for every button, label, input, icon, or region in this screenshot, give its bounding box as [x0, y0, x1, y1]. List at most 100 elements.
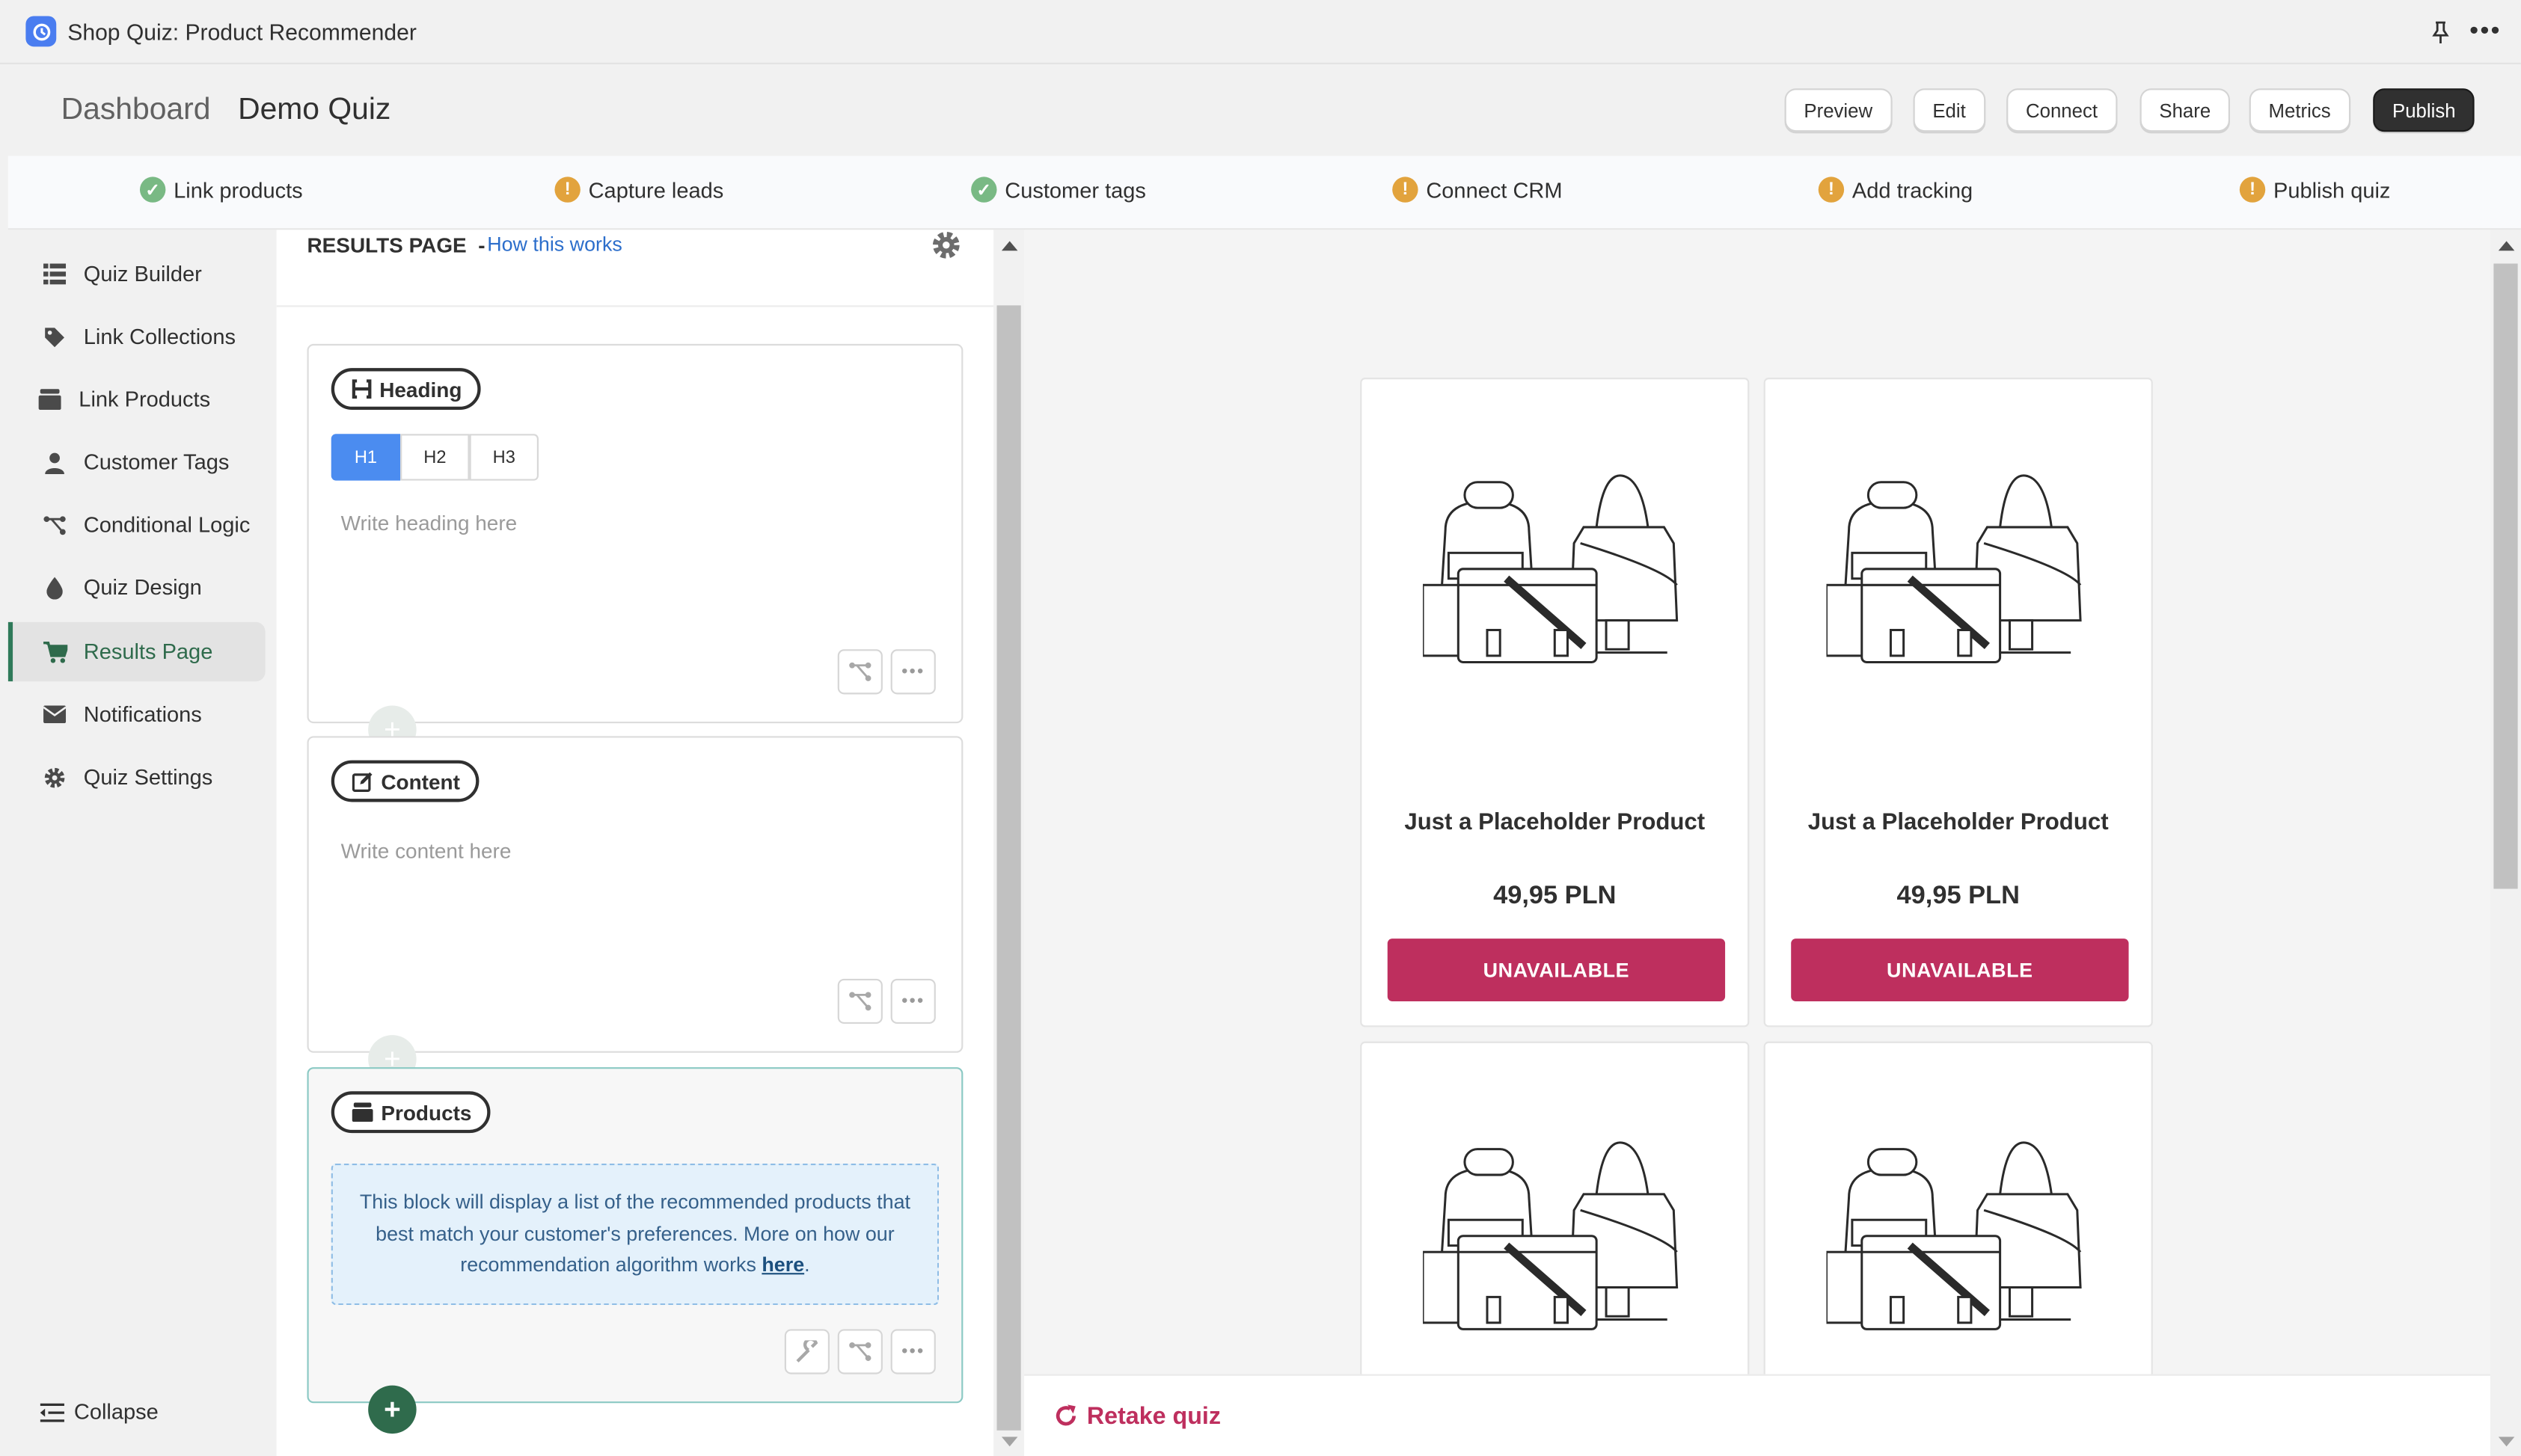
- checklist-label: Link products: [174, 177, 303, 202]
- content-block-label: Content: [331, 760, 480, 802]
- publish-button[interactable]: Publish: [2373, 88, 2475, 132]
- app-logo-icon: [25, 16, 57, 47]
- warning-icon: !: [1392, 176, 1418, 203]
- sidebar-item-quiz-design[interactable]: Quiz Design: [8, 558, 266, 618]
- how-this-works-link[interactable]: How this works: [487, 233, 622, 256]
- preview-scrollbar[interactable]: [2490, 230, 2521, 1456]
- content-more-button[interactable]: •••: [890, 978, 936, 1025]
- heading-more-button[interactable]: •••: [890, 649, 936, 695]
- sidebar-item-label: Customer Tags: [83, 449, 230, 475]
- results-preview: Just a Placeholder Product 49,95 PLN UNA…: [1024, 230, 2491, 1456]
- checklist-label: Capture leads: [588, 177, 724, 202]
- product-name[interactable]: Just a Placeholder Product: [1361, 810, 1747, 835]
- checklist-label: Publish quiz: [2273, 177, 2391, 202]
- scrollbar-thumb[interactable]: [2493, 263, 2518, 889]
- sidebar-item-quiz-builder[interactable]: Quiz Builder: [8, 245, 266, 304]
- product-name[interactable]: Just a Placeholder Product: [1765, 810, 2151, 835]
- sidebar-item-link-collections[interactable]: Link Collections: [8, 307, 266, 366]
- wrench-icon: [796, 1340, 818, 1363]
- product-card: Just a Placeholder Product 49,95 PLN UNA…: [1360, 378, 1750, 1028]
- heading-level-h3[interactable]: H3: [469, 434, 539, 481]
- checklist-label: Add tracking: [1851, 177, 1973, 202]
- content-input[interactable]: Write content here: [341, 839, 512, 863]
- sidebar-item-label: Quiz Settings: [83, 765, 213, 790]
- sidebar-item-quiz-settings[interactable]: Quiz Settings: [8, 747, 266, 807]
- heading-block-title: Heading: [379, 376, 462, 402]
- heading-level-selector: H1 H2 H3: [331, 434, 539, 481]
- checklist-item-link-products[interactable]: ✓ Link products: [139, 176, 303, 203]
- share-button[interactable]: Share: [2139, 88, 2231, 132]
- warning-icon: !: [554, 176, 581, 203]
- edit-button[interactable]: Edit: [1913, 88, 1985, 132]
- metrics-button[interactable]: Metrics: [2249, 88, 2350, 132]
- checklist-item-add-tracking[interactable]: ! Add tracking: [1818, 176, 1973, 203]
- checklist-item-customer-tags[interactable]: ✓ Customer tags: [971, 176, 1146, 203]
- algorithm-info-link[interactable]: here: [762, 1253, 804, 1276]
- info-text: This block will display a list of the re…: [359, 1191, 911, 1277]
- products-settings-button[interactable]: [784, 1329, 830, 1374]
- retake-quiz-bar: Retake quiz: [1024, 1374, 2491, 1456]
- editor-scrollbar[interactable]: [993, 230, 1025, 1456]
- add-block-button-active[interactable]: +: [368, 1385, 417, 1434]
- preview-button[interactable]: Preview: [1784, 88, 1892, 132]
- content-block[interactable]: Content Write content here •••: [307, 736, 964, 1053]
- scroll-up-arrow[interactable]: [2498, 241, 2515, 251]
- page-title: Demo Quiz: [238, 93, 391, 127]
- settings-gear-icon[interactable]: [931, 230, 961, 260]
- more-icon: •••: [901, 1342, 925, 1362]
- checklist-label: Customer tags: [1005, 177, 1146, 202]
- products-more-button[interactable]: •••: [890, 1329, 936, 1374]
- retake-quiz-label: Retake quiz: [1086, 1402, 1222, 1430]
- breadcrumb-dashboard[interactable]: Dashboard: [61, 93, 211, 129]
- content-logic-button[interactable]: [837, 978, 883, 1025]
- products-logic-button[interactable]: [837, 1329, 883, 1374]
- warning-icon: !: [1818, 176, 1845, 203]
- scroll-down-arrow[interactable]: [2498, 1437, 2515, 1447]
- heading-logic-button[interactable]: [837, 649, 883, 695]
- refresh-icon: [1056, 1404, 1076, 1426]
- products-block[interactable]: Products This block will display a list …: [307, 1067, 964, 1404]
- heading-level-h2[interactable]: H2: [400, 434, 470, 481]
- branch-icon: [849, 1342, 872, 1361]
- sidebar-item-conditional-logic[interactable]: Conditional Logic: [8, 495, 266, 555]
- info-suffix: .: [804, 1253, 810, 1277]
- heading-block-label: Heading: [331, 368, 482, 411]
- setup-checklist: ✓ Link products ! Capture leads ✓ Custom…: [7, 156, 2521, 230]
- sidebar-item-label: Quiz Builder: [83, 262, 202, 286]
- connect-button[interactable]: Connect: [2006, 88, 2117, 132]
- results-editor-panel: RESULTS PAGE - How this works Heading H1…: [276, 230, 994, 1456]
- product-image: [1423, 1141, 1679, 1330]
- cart-icon: [42, 639, 67, 664]
- unavailable-button[interactable]: UNAVAILABLE: [1387, 939, 1726, 1001]
- heading-block[interactable]: Heading H1 H2 H3 Write heading here •••: [307, 343, 964, 724]
- title-bar: Shop Quiz: Product Recommender •••: [0, 0, 2521, 64]
- heading-icon: [352, 379, 372, 399]
- scroll-down-arrow[interactable]: [1001, 1437, 1018, 1447]
- retake-quiz-button[interactable]: Retake quiz: [1053, 1402, 1221, 1430]
- collapse-button[interactable]: Collapse: [40, 1400, 159, 1424]
- checklist-item-connect-crm[interactable]: ! Connect CRM: [1392, 176, 1563, 203]
- sidebar-nav: Quiz Builder Link Collections Link Produ…: [7, 230, 277, 1456]
- product-image: [1826, 1141, 2082, 1330]
- more-icon: •••: [901, 662, 925, 682]
- products-info-box: This block will display a list of the re…: [331, 1164, 940, 1306]
- pin-icon[interactable]: [2427, 19, 2453, 45]
- scroll-up-arrow[interactable]: [1001, 241, 1018, 251]
- sidebar-item-results-page[interactable]: Results Page: [7, 621, 266, 682]
- checklist-item-publish-quiz[interactable]: ! Publish quiz: [2239, 176, 2391, 203]
- collapse-icon: [40, 1402, 64, 1422]
- warning-icon: !: [2239, 176, 2266, 203]
- sidebar-item-notifications[interactable]: Notifications: [8, 685, 266, 745]
- checklist-item-capture-leads[interactable]: ! Capture leads: [554, 176, 724, 203]
- scrollbar-thumb[interactable]: [996, 305, 1021, 1431]
- sidebar-item-link-products[interactable]: Link Products: [8, 369, 266, 429]
- heading-input[interactable]: Write heading here: [341, 511, 518, 535]
- sidebar-item-customer-tags[interactable]: Customer Tags: [8, 432, 266, 492]
- products-block-title: Products: [381, 1100, 472, 1125]
- heading-level-h1[interactable]: H1: [331, 434, 401, 481]
- product-image: [1423, 474, 1679, 663]
- droplet-icon: [42, 574, 67, 600]
- more-options-icon[interactable]: •••: [2469, 18, 2502, 47]
- app-title: Shop Quiz: Product Recommender: [67, 19, 417, 46]
- unavailable-button[interactable]: UNAVAILABLE: [1791, 939, 2129, 1001]
